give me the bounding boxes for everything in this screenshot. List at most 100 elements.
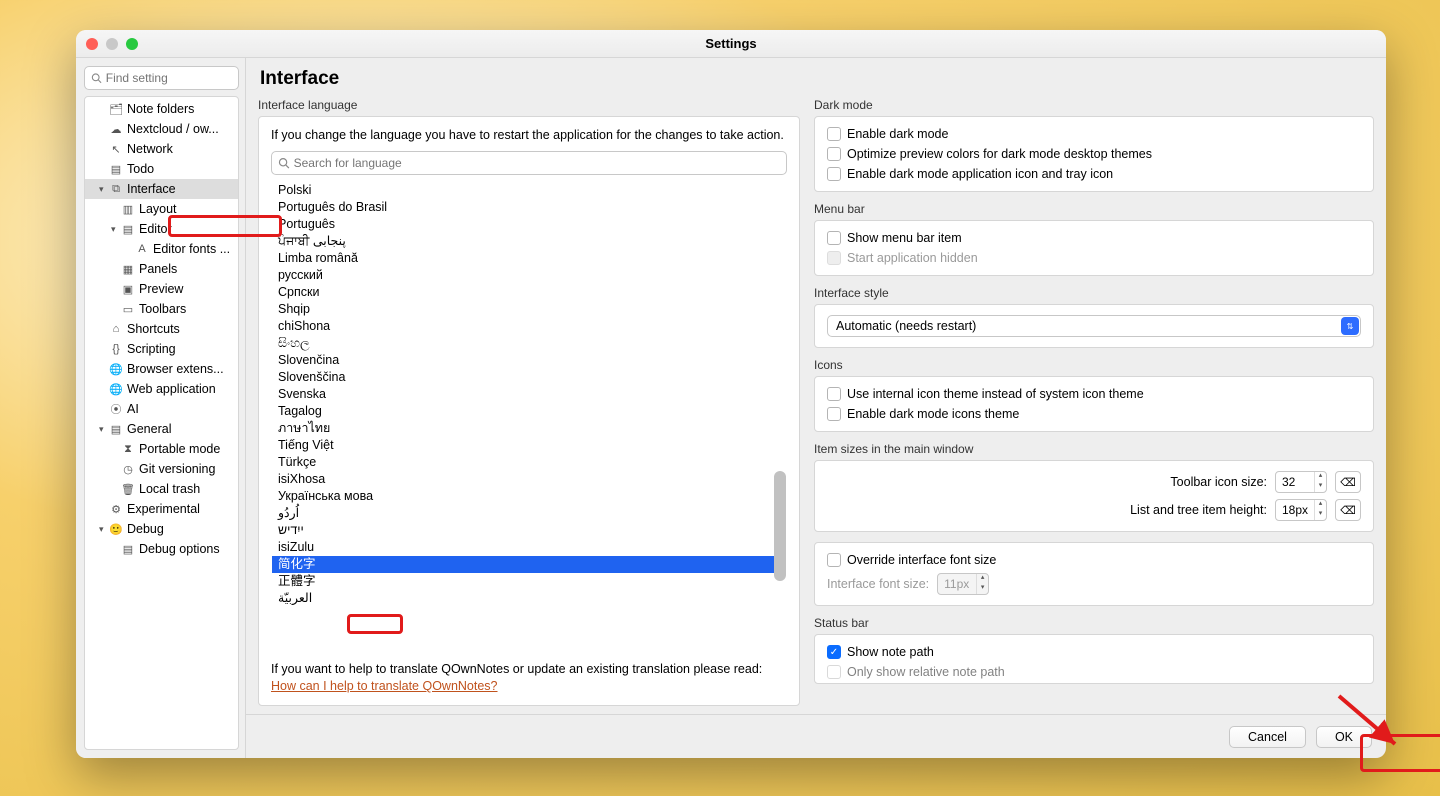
tree-item-browser-extens[interactable]: 🌐Browser extens... (85, 359, 238, 379)
label: Optimize preview colors for dark mode de… (847, 147, 1152, 161)
list-height-spin[interactable]: 18px▴▾ (1275, 499, 1327, 521)
tree-item-network[interactable]: ↖︎Network (85, 139, 238, 159)
label: Only show relative note path (847, 665, 1005, 679)
label: Start application hidden (847, 251, 978, 265)
lang-item[interactable]: Tiếng Việt (272, 437, 786, 454)
lang-item[interactable]: isiZulu (272, 539, 786, 556)
tree-item-debug-options[interactable]: ▤Debug options (85, 539, 238, 559)
tree-item-editor-fonts[interactable]: AEditor fonts ... (85, 239, 238, 259)
lang-item[interactable]: Shqip (272, 301, 786, 318)
label: Use internal icon theme instead of syste… (847, 387, 1144, 401)
titlebar: Settings (76, 30, 1386, 58)
lang-item[interactable]: Slovenčina (272, 352, 786, 369)
lang-item[interactable]: Svenska (272, 386, 786, 403)
only-relative-path[interactable]: Only show relative note path (827, 665, 1361, 679)
search-icon (278, 157, 290, 169)
lang-item[interactable]: chiShona (272, 318, 786, 335)
tree-item-portable-mode[interactable]: ⧗Portable mode (85, 439, 238, 459)
language-list[interactable]: PolskiPortuguês do BrasilPortuguêsਪੰਜਾਬੀ… (271, 181, 787, 650)
settings-sidebar: 🗂Note folders☁︎Nextcloud / ow...↖︎Networ… (76, 58, 246, 758)
translate-note: If you want to help to translate QOwnNot… (271, 661, 787, 695)
translate-note-text: If you want to help to translate QOwnNot… (271, 662, 762, 676)
label: Show note path (847, 645, 934, 659)
enable-dark-app-icon[interactable]: Enable dark mode application icon and tr… (827, 167, 1361, 181)
lang-item[interactable]: Српски (272, 284, 786, 301)
tree-item-ai[interactable]: ⦿AI (85, 399, 238, 419)
lang-item[interactable]: Limba română (272, 250, 786, 267)
enable-dark-mode[interactable]: Enable dark mode (827, 127, 1361, 141)
tree-item-debug[interactable]: ▾🙂Debug (85, 519, 238, 539)
cancel-button[interactable]: Cancel (1229, 726, 1306, 748)
lang-item[interactable]: العربيّة (272, 590, 786, 607)
tree-item-scripting[interactable]: {}Scripting (85, 339, 238, 359)
page-title: Interface (246, 58, 1386, 98)
fontsize-label: Interface font size: (827, 577, 929, 591)
lang-item[interactable]: Português do Brasil (272, 199, 786, 216)
lang-item[interactable]: Tagalog (272, 403, 786, 420)
enable-dark-icons[interactable]: Enable dark mode icons theme (827, 407, 1361, 421)
search-icon (91, 72, 102, 84)
label: Override interface font size (847, 553, 996, 567)
settings-tree[interactable]: 🗂Note folders☁︎Nextcloud / ow...↖︎Networ… (84, 96, 239, 750)
tree-item-interface[interactable]: ▾⧉Interface (85, 179, 238, 199)
lang-section-title: Interface language (258, 98, 800, 112)
tree-item-experimental[interactable]: ⚙︎Experimental (85, 499, 238, 519)
select-value: Automatic (needs restart) (836, 319, 976, 333)
sidebar-search-input[interactable] (106, 71, 232, 85)
label: Enable dark mode icons theme (847, 407, 1019, 421)
lang-item[interactable]: Türkçe (272, 454, 786, 471)
tree-item-shortcuts[interactable]: ⌂Shortcuts (85, 319, 238, 339)
toolbar-size-spin[interactable]: 32▴▾ (1275, 471, 1327, 493)
tree-item-panels[interactable]: ▦Panels (85, 259, 238, 279)
lang-item[interactable]: Português (272, 216, 786, 233)
toolbar-size-label: Toolbar icon size: (1170, 475, 1267, 489)
lang-item[interactable]: ਪੰਜਾਬੀ پنجابی (272, 233, 786, 250)
style-title: Interface style (814, 286, 1374, 300)
tree-item-web-application[interactable]: 🌐Web application (85, 379, 238, 399)
tree-item-todo[interactable]: ▤Todo (85, 159, 238, 179)
translate-link[interactable]: How can I help to translate QOwnNotes? (271, 679, 498, 693)
override-font-size[interactable]: Override interface font size (827, 553, 1361, 567)
interface-style-select[interactable]: Automatic (needs restart) ⇅ (827, 315, 1361, 337)
lang-item[interactable]: Polski (272, 182, 786, 199)
lang-item[interactable]: ภาษาไทย (272, 420, 786, 437)
tree-item-nextcloud-ow[interactable]: ☁︎Nextcloud / ow... (85, 119, 238, 139)
tree-item-preview[interactable]: ▣Preview (85, 279, 238, 299)
tree-item-local-trash[interactable]: 🗑Local trash (85, 479, 238, 499)
tree-item-editor[interactable]: ▾▤Editor (85, 219, 238, 239)
menubar-title: Menu bar (814, 202, 1374, 216)
tree-item-toolbars[interactable]: ▭Toolbars (85, 299, 238, 319)
lang-item[interactable]: Slovenščina (272, 369, 786, 386)
scrollbar-thumb[interactable] (774, 471, 786, 581)
chevron-updown-icon: ⇅ (1341, 317, 1359, 335)
lang-item[interactable]: اُردُو (272, 505, 786, 522)
tree-item-note-folders[interactable]: 🗂Note folders (85, 99, 238, 119)
lang-item[interactable]: isiXhosa (272, 471, 786, 488)
lang-item[interactable]: සිංහල (272, 335, 786, 352)
start-hidden: Start application hidden (827, 251, 1361, 265)
tree-item-general[interactable]: ▾▤General (85, 419, 238, 439)
lang-item[interactable]: русский (272, 267, 786, 284)
toolbar-size-reset[interactable]: ⌫ (1335, 471, 1361, 493)
show-menubar-item[interactable]: Show menu bar item (827, 231, 1361, 245)
sidebar-search[interactable] (84, 66, 239, 90)
ok-button[interactable]: OK (1316, 726, 1372, 748)
lang-item[interactable]: ייִדיש (272, 522, 786, 539)
tree-item-layout[interactable]: ▥Layout (85, 199, 238, 219)
list-height-label: List and tree item height: (1130, 503, 1267, 517)
lang-search-input[interactable] (294, 156, 780, 170)
lang-item[interactable]: 简化字 (272, 556, 786, 573)
tree-item-git-versioning[interactable]: ◷Git versioning (85, 459, 238, 479)
lang-item[interactable]: Українська мова (272, 488, 786, 505)
window-title: Settings (76, 36, 1386, 51)
status-title: Status bar (814, 616, 1374, 630)
list-height-reset[interactable]: ⌫ (1335, 499, 1361, 521)
lang-search[interactable] (271, 151, 787, 175)
optimize-preview-colors[interactable]: Optimize preview colors for dark mode de… (827, 147, 1361, 161)
use-internal-icons[interactable]: Use internal icon theme instead of syste… (827, 387, 1361, 401)
icons-title: Icons (814, 358, 1374, 372)
dialog-footer: Cancel OK (246, 714, 1386, 758)
value: 11px (944, 577, 969, 591)
lang-item[interactable]: 正體字 (272, 573, 786, 590)
show-note-path[interactable]: ✓Show note path (827, 645, 1361, 659)
